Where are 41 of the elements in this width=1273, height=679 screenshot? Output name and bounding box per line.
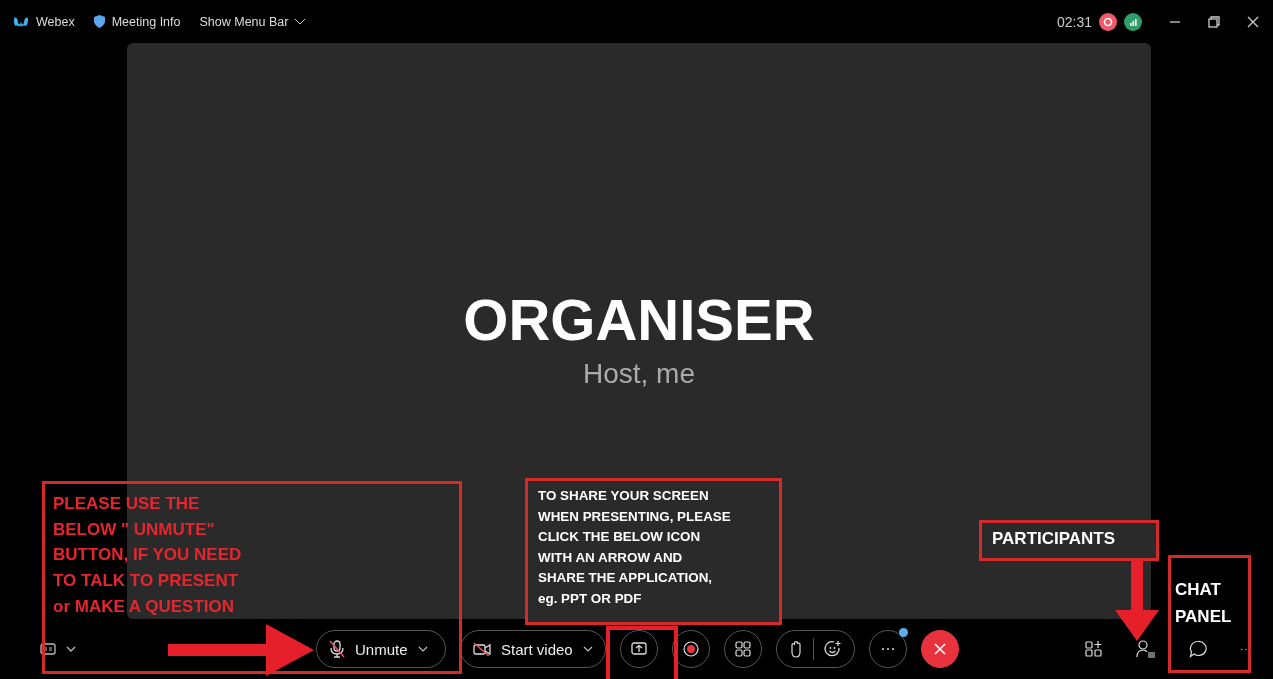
arrow-icon bbox=[1114, 560, 1160, 642]
raise-hand-icon[interactable] bbox=[789, 640, 803, 658]
meeting-timer: 02:31 bbox=[1056, 13, 1092, 30]
start-video-button[interactable]: Start video bbox=[460, 630, 606, 668]
caret-icon[interactable] bbox=[66, 646, 76, 652]
layout-button[interactable] bbox=[724, 630, 762, 668]
caret-icon bbox=[417, 646, 428, 652]
captions-icon[interactable] bbox=[40, 643, 56, 655]
emoji-icon[interactable] bbox=[824, 640, 842, 658]
participant-role: Host, me bbox=[583, 358, 695, 390]
highlight-frame bbox=[606, 626, 678, 679]
record-icon bbox=[683, 641, 699, 657]
annotation-callout: CHAT PANEL bbox=[1168, 555, 1251, 673]
share-screen-icon bbox=[631, 642, 647, 656]
unmute-button[interactable]: Unmute bbox=[316, 630, 446, 668]
shield-icon bbox=[93, 15, 105, 28]
annotation-callout: TO SHARE YOUR SCREEN WHEN PRESENTING, PLEASE CLICK THE BELOW ICON WITH AN ARROW AND SHARE THE APPLICATION, eg. PPT OR PDF bbox=[525, 478, 782, 625]
close-icon[interactable] bbox=[1247, 15, 1259, 28]
meeting-info-link[interactable]: Meeting Info bbox=[111, 14, 181, 29]
more-options-button[interactable] bbox=[869, 630, 907, 668]
chevron-down-icon bbox=[294, 17, 307, 26]
signal-icon[interactable] bbox=[1124, 12, 1142, 31]
show-menu-bar-button[interactable]: Show Menu Bar bbox=[199, 14, 307, 29]
chat-icon[interactable] bbox=[1189, 640, 1207, 658]
app-name: Webex bbox=[36, 14, 75, 29]
annotation-callout: PARTICIPANTS bbox=[979, 520, 1159, 561]
grid-icon bbox=[735, 641, 751, 657]
notification-dot bbox=[899, 628, 908, 637]
restore-icon[interactable] bbox=[1208, 15, 1220, 28]
participant-name: ORGANISER bbox=[463, 288, 815, 352]
participants-icon[interactable] bbox=[1136, 640, 1156, 658]
close-icon bbox=[933, 642, 947, 656]
share-screen-button[interactable] bbox=[620, 630, 658, 668]
apps-icon[interactable] bbox=[1085, 640, 1103, 658]
webex-logo-icon bbox=[13, 15, 29, 28]
more-icon bbox=[881, 647, 895, 651]
end-call-button[interactable] bbox=[921, 630, 959, 668]
recording-icon[interactable] bbox=[1099, 12, 1117, 31]
microphone-muted-icon bbox=[329, 640, 345, 658]
camera-off-icon bbox=[473, 642, 491, 656]
caret-icon bbox=[582, 646, 593, 652]
